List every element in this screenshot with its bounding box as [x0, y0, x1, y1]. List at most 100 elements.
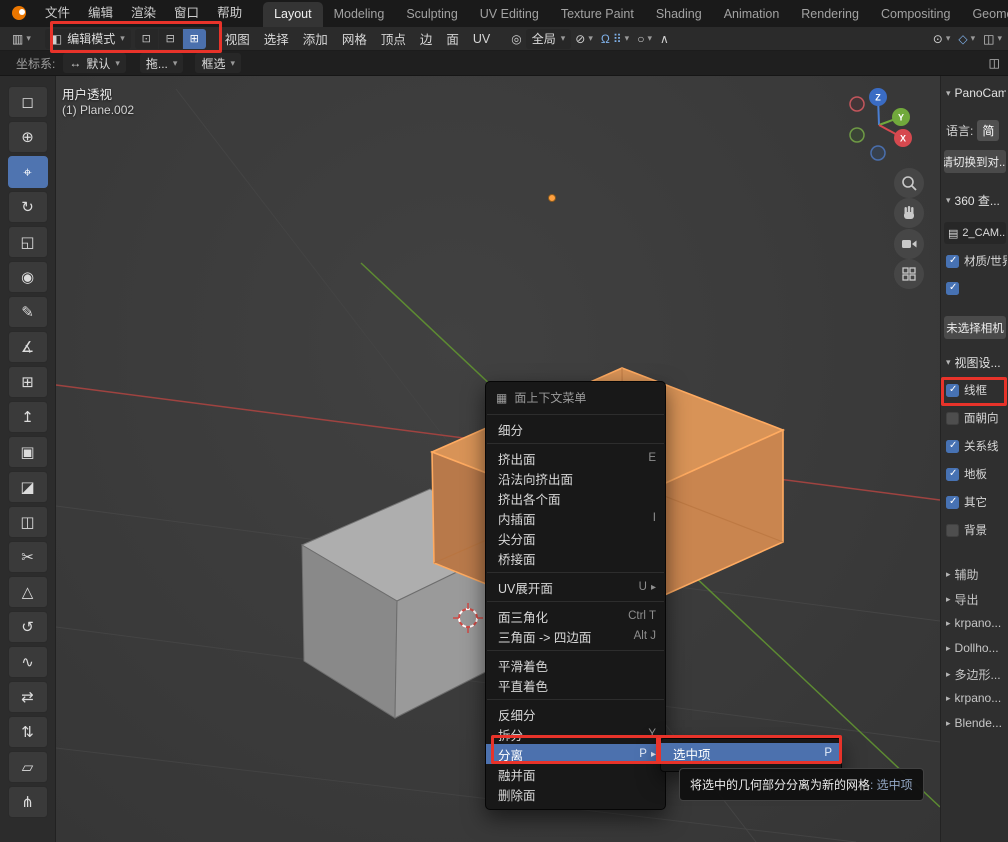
tab-rendering[interactable]: Rendering [790, 2, 870, 27]
no-camera-button[interactable]: 未选择相机 [944, 316, 1006, 339]
edge-select-button[interactable]: ⊟ [159, 29, 182, 49]
menu-item-triangulate[interactable]: 面三角化Ctrl T [486, 606, 665, 626]
tool-move[interactable]: ⌖ [8, 156, 48, 188]
tool-measure[interactable]: ∡ [8, 331, 48, 363]
tab-modeling[interactable]: Modeling [323, 2, 396, 27]
tool-knife[interactable]: ✂ [8, 541, 48, 573]
axis-minus-z[interactable] [871, 146, 885, 160]
switch-object-button[interactable]: 请切换到对... [944, 150, 1006, 173]
tool-bevel[interactable]: ◪ [8, 471, 48, 503]
menu-item-separate[interactable]: 分离P▸ [486, 744, 665, 764]
tool-rotate[interactable]: ↻ [8, 191, 48, 223]
menu-vertex[interactable]: 顶点 [374, 29, 413, 48]
tab-sculpting[interactable]: Sculpting [395, 2, 468, 27]
checkbox-icon[interactable] [946, 496, 959, 509]
select-box-dropdown[interactable]: 框选 ▾ [195, 53, 241, 73]
proportional-editing-toggle[interactable]: ○ ▾ [633, 29, 656, 49]
checkbox-icon[interactable] [946, 440, 959, 453]
menu-window[interactable]: 窗口 [165, 0, 208, 27]
editor-type-button[interactable]: ▥ ▾ [8, 29, 35, 49]
orientation-dropdown[interactable]: 全局 ▾ [526, 29, 572, 49]
menu-item-extrude-individual[interactable]: 挤出各个面 [486, 488, 665, 508]
checkbox-icon[interactable] [946, 282, 959, 295]
vertex-select-button[interactable]: ⊡ [135, 29, 158, 49]
tab-compositing[interactable]: Compositing [870, 2, 961, 27]
tab-uv-editing[interactable]: UV Editing [469, 2, 550, 27]
ortho-toggle-button[interactable] [894, 259, 924, 289]
face-select-button[interactable]: ⊞ [183, 29, 206, 49]
menu-item-extrude-along-normals[interactable]: 沿法向挤出面 [486, 468, 665, 488]
show-object-types-dropdown[interactable]: ⊙ ▾ [929, 29, 955, 49]
tool-shrink-fatten[interactable]: ⇅ [8, 716, 48, 748]
menu-item-tris-to-quads[interactable]: 三角面 -> 四边面Alt J [486, 626, 665, 646]
toggle-background[interactable]: 背景 [946, 520, 1007, 540]
section-krpano-2[interactable]: ▸ krpano... [946, 691, 1006, 705]
checkbox-icon[interactable] [946, 524, 959, 537]
tab-texture-paint[interactable]: Texture Paint [550, 2, 645, 27]
tool-edge-slide[interactable]: ⇄ [8, 681, 48, 713]
menu-edge[interactable]: 边 [413, 29, 440, 48]
tool-rip-region[interactable]: ⋔ [8, 786, 48, 818]
menu-add[interactable]: 添加 [296, 29, 335, 48]
tab-geometry-nodes[interactable]: Geometry Nodes [961, 2, 1008, 27]
toggle-wireframe[interactable]: 线框 [946, 380, 1007, 400]
menu-help[interactable]: 帮助 [208, 0, 251, 27]
section-krpano-1[interactable]: ▸ krpano... [946, 616, 1006, 630]
menu-uv[interactable]: UV [466, 32, 497, 46]
checkbox-icon[interactable] [946, 384, 959, 397]
checkbox-icon[interactable] [946, 468, 959, 481]
menu-item-subdivide[interactable]: 细分 [486, 419, 665, 439]
falloff-dropdown[interactable]: ∧ [656, 29, 673, 49]
section-export[interactable]: ▸ 导出 [946, 591, 1006, 608]
menu-item-uv-unwrap[interactable]: UV展开面U▸ [486, 577, 665, 597]
menu-view[interactable]: 视图 [218, 29, 257, 48]
menu-face[interactable]: 面 [439, 29, 466, 48]
menu-item-unsubdivide[interactable]: 反细分 [486, 704, 665, 724]
toggle-other[interactable]: 其它 [946, 492, 1007, 512]
tool-shear[interactable]: ▱ [8, 751, 48, 783]
tab-shading[interactable]: Shading [645, 2, 713, 27]
checkbox-icon[interactable] [946, 255, 959, 268]
tool-scale[interactable]: ◱ [8, 226, 48, 258]
grid-corner-icon[interactable]: ◫ [985, 53, 1004, 73]
section-blender[interactable]: ▸ Blende... [946, 716, 1006, 730]
pivot-point-dropdown[interactable]: ◎ [507, 29, 525, 49]
tool-loop-cut[interactable]: ◫ [8, 506, 48, 538]
menu-item-delete-faces[interactable]: 删除面 [486, 784, 665, 804]
menu-select[interactable]: 选择 [257, 29, 296, 48]
tool-spin[interactable]: ↺ [8, 611, 48, 643]
menu-file[interactable]: 文件 [36, 0, 79, 27]
menu-item-poke-faces[interactable]: 尖分面 [486, 528, 665, 548]
panel-header-panocam[interactable]: ▾ PanoCam... [946, 86, 1006, 100]
extra-toggle[interactable] [946, 278, 1007, 298]
snap-target-dropdown[interactable]: ⊘ ▾ [571, 29, 597, 49]
tool-annotate[interactable]: ✎ [8, 296, 48, 328]
menu-mesh[interactable]: 网格 [335, 29, 374, 48]
submenu-item-selection[interactable]: 选中项P [661, 743, 841, 763]
tab-layout[interactable]: Layout [263, 2, 323, 27]
drag-dropdown[interactable]: 拖... ▾ [140, 53, 184, 73]
menu-render[interactable]: 渲染 [122, 0, 165, 27]
menu-item-dissolve-faces[interactable]: 融并面 [486, 764, 665, 784]
tool-cursor[interactable]: ⊕ [8, 121, 48, 153]
section-viewport-settings[interactable]: ▾ 视图设... [946, 354, 1006, 371]
menu-item-bridge-faces[interactable]: 桥接面 [486, 548, 665, 568]
menu-item-inset-faces[interactable]: 内插面I [486, 508, 665, 528]
toggle-floor[interactable]: 地板 [946, 464, 1007, 484]
checkbox-icon[interactable] [946, 412, 959, 425]
toggle-relationship-lines[interactable]: 关系线 [946, 436, 1007, 456]
camera-view-button[interactable] [894, 229, 924, 259]
menu-item-extrude-faces[interactable]: 挤出面E [486, 448, 665, 468]
tool-inset-faces[interactable]: ▣ [8, 436, 48, 468]
camera-dropdown[interactable]: ▤ 2_CAM... [944, 222, 1006, 244]
tool-add-cube[interactable]: ⊞ [8, 366, 48, 398]
tool-smooth[interactable]: ∿ [8, 646, 48, 678]
axis-minus-y[interactable] [850, 128, 864, 142]
section-aux[interactable]: ▸ 辅助 [946, 566, 1006, 583]
material-world-toggle[interactable]: 材质/世界 [946, 251, 1007, 271]
tab-animation[interactable]: Animation [713, 2, 791, 27]
snapping-toggle[interactable]: Ω ⠿ ▾ [597, 29, 633, 49]
menu-item-shade-smooth[interactable]: 平滑着色 [486, 655, 665, 675]
navigation-gizmo[interactable]: Z Y X [843, 84, 923, 164]
gizmos-dropdown[interactable]: ◇ ▾ [954, 29, 979, 49]
